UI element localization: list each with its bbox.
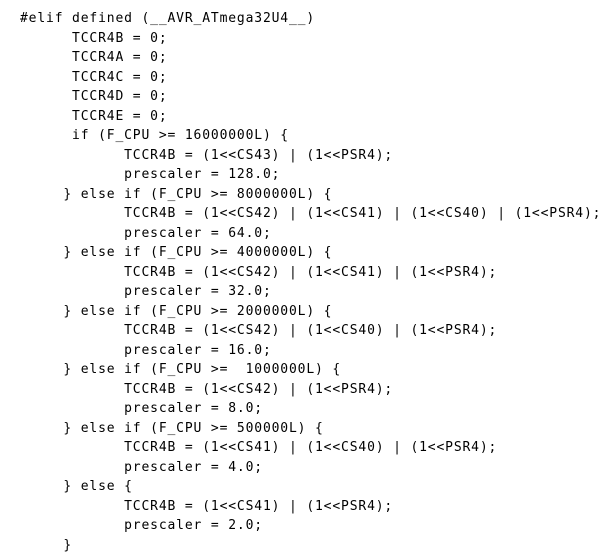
code-line: TCCR4D = 0; — [20, 87, 168, 107]
code-line: TCCR4C = 0; — [20, 68, 168, 88]
code-line: TCCR4B = (1<<CS42) | (1<<PSR4); — [20, 380, 393, 400]
code-line: prescaler = 8.0; — [20, 399, 263, 419]
code-line: TCCR4B = 0; — [20, 29, 168, 49]
code-line: } else if (F_CPU >= 1000000L) { — [20, 360, 341, 380]
code-line: } — [20, 536, 72, 555]
code-line: TCCR4B = (1<<CS42) | (1<<CS41) | (1<<CS4… — [20, 204, 601, 224]
code-line: } else if (F_CPU >= 2000000L) { — [20, 302, 332, 322]
code-line: prescaler = 32.0; — [20, 282, 272, 302]
code-listing: #elif defined (__AVR_ATmega32U4__) TCCR4… — [0, 0, 602, 535]
code-line: prescaler = 2.0; — [20, 516, 263, 536]
code-line: TCCR4B = (1<<CS41) | (1<<PSR4); — [20, 497, 393, 517]
code-line: TCCR4B = (1<<CS43) | (1<<PSR4); — [20, 146, 393, 166]
code-line: } else if (F_CPU >= 8000000L) { — [20, 185, 332, 205]
code-line: #elif defined (__AVR_ATmega32U4__) — [20, 9, 315, 29]
code-line: prescaler = 64.0; — [20, 224, 272, 244]
code-line: TCCR4E = 0; — [20, 107, 168, 127]
code-line: prescaler = 128.0; — [20, 165, 280, 185]
code-line: prescaler = 16.0; — [20, 341, 272, 361]
code-line: } else { — [20, 477, 133, 497]
code-line: } else if (F_CPU >= 4000000L) { — [20, 243, 332, 263]
code-line: } else if (F_CPU >= 500000L) { — [20, 419, 324, 439]
code-line: TCCR4A = 0; — [20, 48, 168, 68]
code-line: TCCR4B = (1<<CS42) | (1<<CS40) | (1<<PSR… — [20, 321, 497, 341]
code-line: TCCR4B = (1<<CS41) | (1<<CS40) | (1<<PSR… — [20, 438, 497, 458]
code-line: if (F_CPU >= 16000000L) { — [20, 126, 289, 146]
code-line: prescaler = 4.0; — [20, 458, 263, 478]
code-line: TCCR4B = (1<<CS42) | (1<<CS41) | (1<<PSR… — [20, 263, 497, 283]
